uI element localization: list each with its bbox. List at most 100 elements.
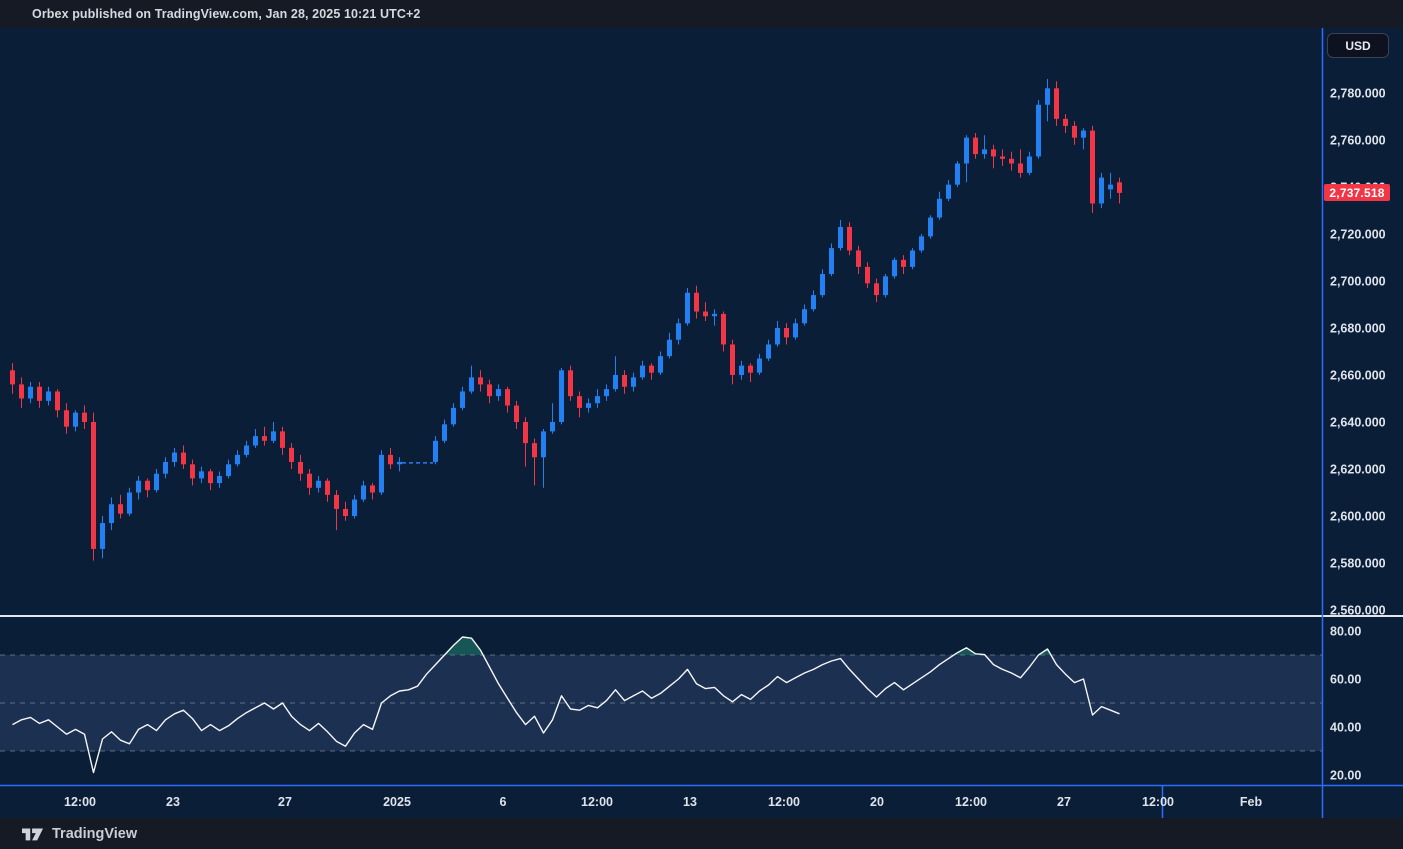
rsi-tick-label: 20.00	[1330, 769, 1361, 783]
time-tick-label: Feb	[1240, 795, 1263, 809]
candle-body	[730, 344, 735, 375]
candle-body	[118, 504, 123, 513]
candle-body	[298, 462, 303, 474]
price-tick-label: 2,580.000	[1330, 557, 1386, 571]
candle-body	[1099, 178, 1104, 204]
candle-body	[685, 293, 690, 324]
candle-body	[154, 474, 159, 490]
candle-body	[604, 389, 609, 396]
candle-body	[946, 185, 951, 199]
candle-body	[1108, 185, 1113, 190]
candle-body	[100, 523, 105, 549]
chart-area[interactable]: 2,780.0002,760.0002,740.0002,720.0002,70…	[0, 28, 1403, 818]
candle-body	[325, 481, 330, 495]
candle-body	[901, 260, 906, 267]
candle-body	[622, 375, 627, 387]
rsi-tick-label: 80.00	[1330, 625, 1361, 639]
tradingview-brand[interactable]: TradingView	[52, 826, 137, 842]
candle-body	[541, 431, 546, 457]
price-tick-label: 2,660.000	[1330, 369, 1386, 383]
candle-body	[397, 462, 402, 464]
time-tick-label: 13	[683, 795, 697, 809]
candle-body	[226, 464, 231, 476]
candle-body	[694, 293, 699, 312]
candle-body	[172, 453, 177, 462]
last-price-label: 2,737.518	[1324, 184, 1390, 201]
chart-canvas[interactable]: 2,780.0002,760.0002,740.0002,720.0002,70…	[0, 28, 1403, 818]
candle-body	[460, 391, 465, 407]
price-tick-label: 2,700.000	[1330, 275, 1386, 289]
candle-body	[703, 312, 708, 317]
candle-body	[964, 138, 969, 164]
candle-body	[145, 481, 150, 490]
candle-body	[343, 509, 348, 516]
candle-body	[352, 500, 357, 516]
candle-body	[802, 309, 807, 323]
price-tick-label: 2,640.000	[1330, 416, 1386, 430]
candle-body	[532, 443, 537, 457]
time-tick-label: 2025	[383, 795, 411, 809]
candle-body	[595, 396, 600, 403]
candle-body	[37, 387, 42, 401]
candle-body	[676, 323, 681, 339]
time-tick-label: 20	[870, 795, 884, 809]
candle-body	[811, 295, 816, 309]
candle-body	[784, 328, 789, 337]
candle-body	[10, 370, 15, 384]
candle-body	[235, 455, 240, 464]
time-tick-label: 12:00	[955, 795, 987, 809]
candle-body	[838, 227, 843, 248]
candle-body	[586, 403, 591, 408]
candle-body	[199, 471, 204, 478]
candle-body	[91, 422, 96, 549]
candle-body	[631, 377, 636, 386]
candle-body	[73, 413, 78, 427]
tradingview-logo-icon[interactable]	[22, 826, 44, 842]
candle-body	[955, 164, 960, 185]
candle-body	[244, 446, 249, 455]
candle-body	[127, 493, 132, 514]
candle-body	[820, 274, 825, 295]
candle-body	[658, 356, 663, 372]
rsi-tick-label: 40.00	[1330, 721, 1361, 735]
candle-body	[874, 283, 879, 295]
candle-body	[1090, 131, 1095, 204]
price-tick-label: 2,620.000	[1330, 463, 1386, 477]
candle-body	[1009, 159, 1014, 164]
candle-body	[478, 377, 483, 384]
candle-body	[316, 481, 321, 488]
candle-body	[937, 199, 942, 218]
candle-body	[55, 391, 60, 410]
price-tick-label: 2,600.000	[1330, 510, 1386, 524]
candle-body	[991, 149, 996, 156]
candle-body	[748, 366, 753, 373]
price-tick-label: 2,760.000	[1330, 134, 1386, 148]
price-tick-label: 2,560.000	[1330, 604, 1386, 618]
candle-body	[469, 377, 474, 391]
candle-body	[1072, 126, 1077, 138]
candle-body	[640, 366, 645, 378]
candle-body	[1081, 131, 1086, 138]
candle-body	[982, 149, 987, 154]
candle-body	[505, 389, 510, 405]
candle-body	[712, 314, 717, 316]
price-tick-label: 2,780.000	[1330, 87, 1386, 101]
candle-body	[775, 328, 780, 344]
candle-body	[217, 476, 222, 483]
time-tick-label: 27	[278, 795, 292, 809]
candle-body	[181, 453, 186, 465]
candle-body	[190, 464, 195, 478]
candle-body	[793, 323, 798, 337]
time-tick-label: 12:00	[64, 795, 96, 809]
candle-body	[892, 260, 897, 276]
candle-body	[262, 436, 267, 441]
candle-body	[766, 344, 771, 358]
candle-body	[253, 436, 258, 445]
candle-body	[19, 384, 24, 398]
candle-body	[559, 370, 564, 422]
time-tick-label: 12:00	[1142, 795, 1174, 809]
candle-body	[667, 340, 672, 356]
currency-button[interactable]: USD	[1327, 33, 1389, 58]
price-tick-label: 2,680.000	[1330, 322, 1386, 336]
candle-body	[361, 485, 366, 499]
